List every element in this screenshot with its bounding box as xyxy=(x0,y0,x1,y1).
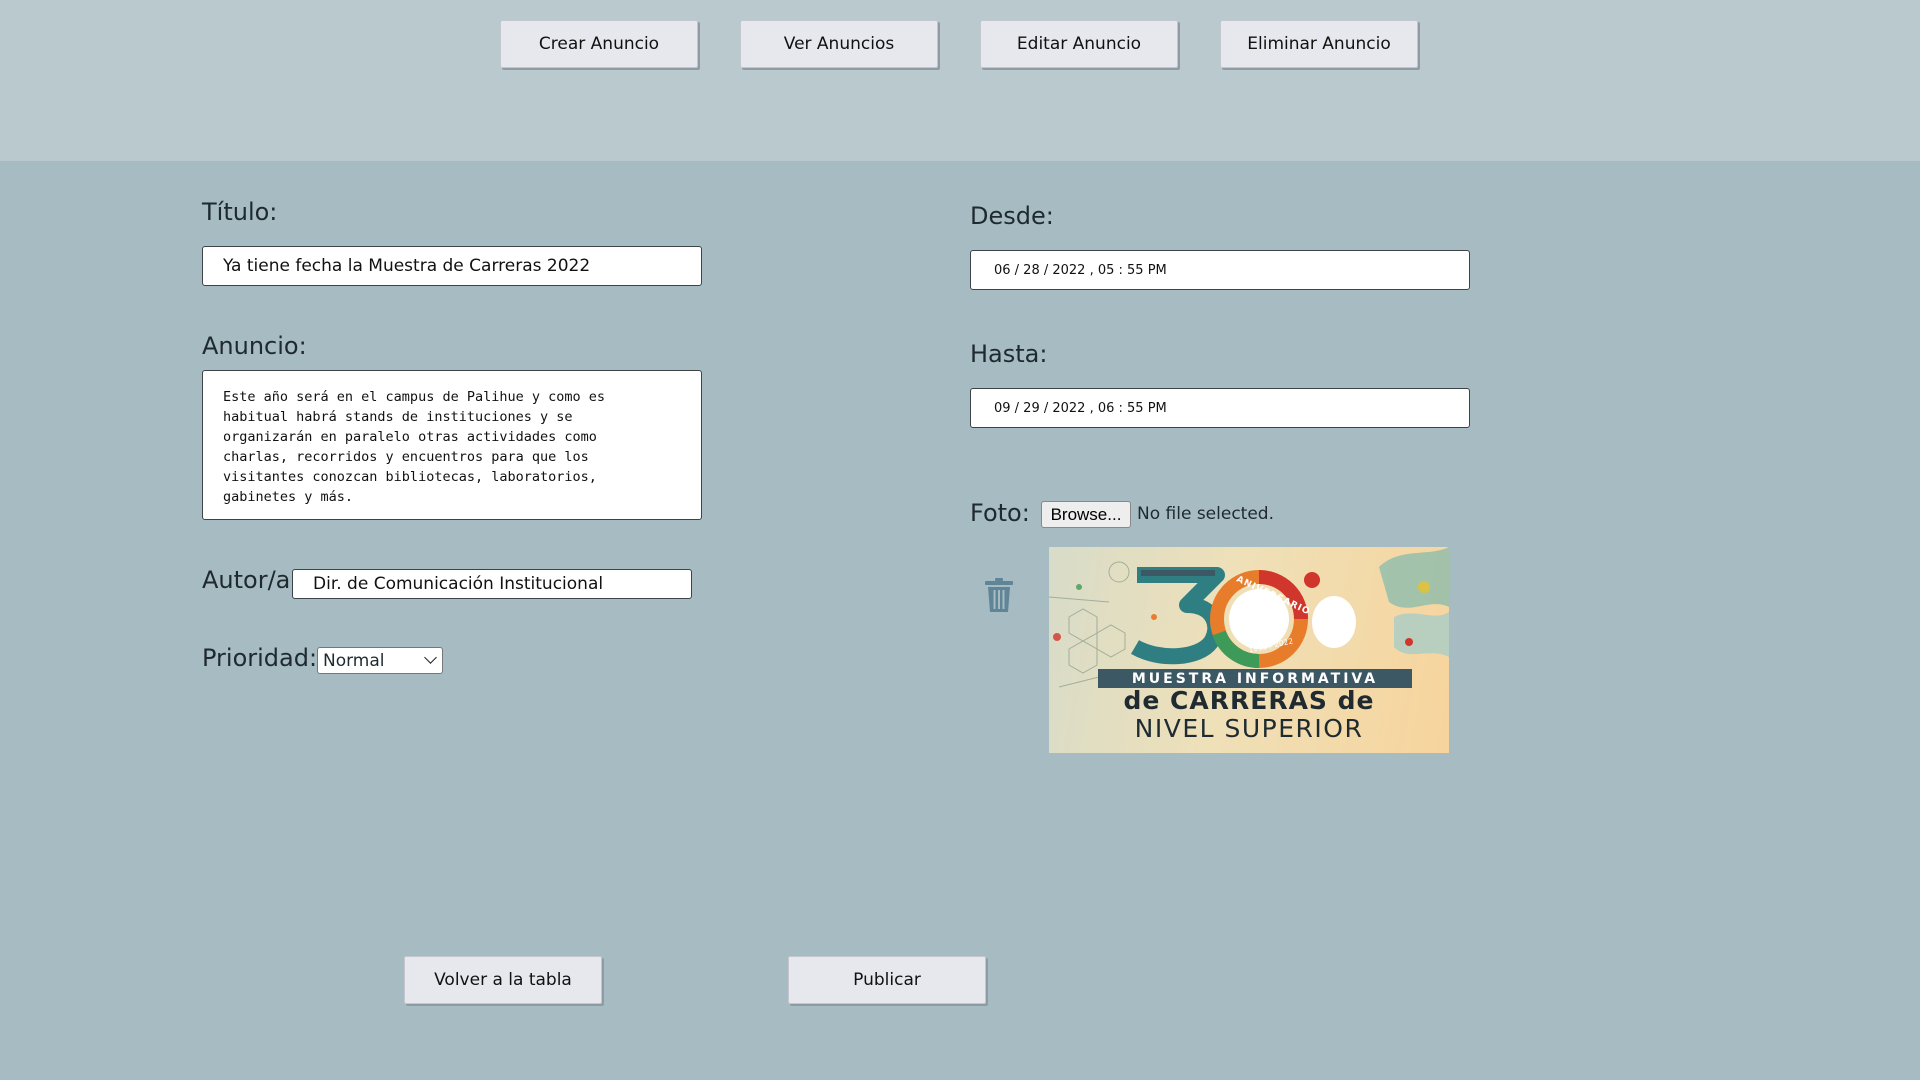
view-announcements-button[interactable]: Ver Anuncios xyxy=(740,20,938,68)
title-label: Título: xyxy=(202,198,278,226)
delete-announcement-button[interactable]: Eliminar Anuncio xyxy=(1220,20,1418,68)
photo-label: Foto: xyxy=(970,499,1030,527)
top-navigation-bar: Crear Anuncio Ver Anuncios Editar Anunci… xyxy=(0,0,1920,161)
announcement-label: Anuncio: xyxy=(202,332,307,360)
title-input[interactable]: Ya tiene fecha la Muestra de Carreras 20… xyxy=(202,246,702,286)
author-label: Autor/a: xyxy=(202,566,299,594)
publish-button[interactable]: Publicar xyxy=(788,956,986,1004)
from-datetime-input[interactable]: 06 / 28 / 2022 , 05 : 55 PM xyxy=(970,250,1470,290)
priority-label: Prioridad: xyxy=(202,644,318,672)
edit-announcement-button[interactable]: Editar Anuncio xyxy=(980,20,1178,68)
poster-line-1: de CARRERAS de xyxy=(1123,686,1375,715)
announcement-textarea[interactable]: Este año será en el campus de Palihue y … xyxy=(202,370,702,520)
to-datetime-input[interactable]: 09 / 29 / 2022 , 06 : 55 PM xyxy=(970,388,1470,428)
chevron-down-icon xyxy=(424,651,437,664)
to-label: Hasta: xyxy=(970,340,1048,368)
priority-select[interactable]: Normal xyxy=(317,647,443,674)
browse-file-button[interactable]: Browse... xyxy=(1041,501,1131,528)
create-announcement-button[interactable]: Crear Anuncio xyxy=(500,20,698,68)
author-input[interactable]: Dir. de Comunicación Institucional xyxy=(292,569,692,599)
photo-preview: ANIVERSARIO 1992 / 2022 MUESTRA INFORMAT… xyxy=(1049,547,1449,753)
from-label: Desde: xyxy=(970,202,1054,230)
trash-icon[interactable] xyxy=(984,577,1014,613)
priority-selected-value: Normal xyxy=(323,650,385,671)
back-to-table-button[interactable]: Volver a la tabla xyxy=(404,956,602,1004)
poster-line-2: NIVEL SUPERIOR xyxy=(1134,714,1364,743)
file-status-text: No file selected. xyxy=(1137,504,1274,524)
